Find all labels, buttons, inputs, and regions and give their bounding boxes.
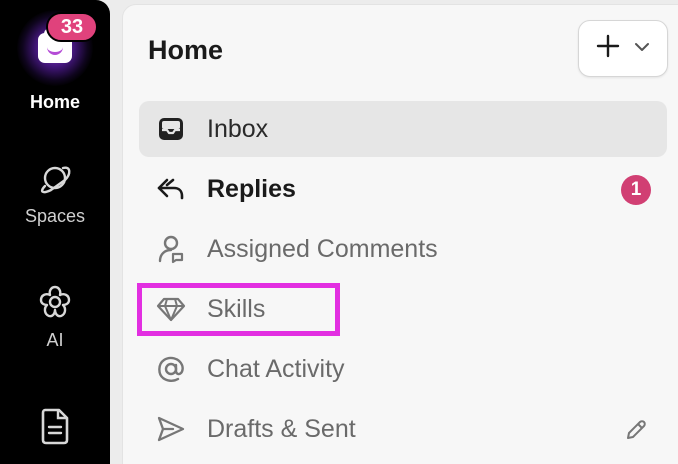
nav-item-inbox[interactable]: Inbox <box>139 101 667 157</box>
nav-label: Replies <box>207 174 296 203</box>
nav-item-replies[interactable]: Replies 1 <box>139 161 667 217</box>
nav-item-skills[interactable]: Skills <box>139 281 667 337</box>
rail-home-label: Home <box>29 92 80 112</box>
planet-icon <box>35 158 75 198</box>
rail-item-ai[interactable]: AI <box>0 282 110 351</box>
nav-item-chat-activity[interactable]: Chat Activity <box>139 341 667 397</box>
page-title: Home <box>148 35 224 65</box>
document-icon <box>35 406 75 446</box>
at-icon <box>155 353 187 385</box>
app-window: Home 33 Spaces AI Home Inbox Replies 1 A… <box>0 0 678 464</box>
nav-label: Chat Activity <box>207 354 345 383</box>
nav-label: Assigned Comments <box>207 234 438 263</box>
diamond-icon <box>155 293 187 325</box>
ai-sparkle-icon <box>35 282 75 322</box>
new-item-button[interactable] <box>578 20 668 77</box>
nav-item-drafts-sent[interactable]: Drafts & Sent <box>139 401 667 457</box>
nav-label: Drafts & Sent <box>207 414 356 443</box>
rail-ai-label: AI <box>46 330 64 350</box>
rail-item-spaces[interactable]: Spaces <box>0 158 110 227</box>
chevron-down-icon <box>634 40 650 58</box>
reply-icon <box>155 173 187 205</box>
rail-spaces-label: Spaces <box>24 206 86 226</box>
compose-button[interactable] <box>621 415 651 445</box>
nav-label: Skills <box>207 294 266 323</box>
nav-item-assigned-comments[interactable]: Assigned Comments <box>139 221 667 277</box>
rail-item-docs[interactable] <box>0 406 110 446</box>
home-panel: Home Inbox Replies 1 Assigned Comments S… <box>122 4 678 464</box>
nav-label: Inbox <box>207 114 269 143</box>
pencil-icon <box>627 420 646 439</box>
replies-count-badge: 1 <box>621 175 651 205</box>
inbox-icon <box>155 113 187 145</box>
plus-icon <box>596 34 620 63</box>
assigned-comments-icon <box>155 233 187 265</box>
send-icon <box>155 413 187 445</box>
left-rail: Home 33 Spaces AI <box>0 0 110 464</box>
notification-badge: 33 <box>46 12 98 42</box>
